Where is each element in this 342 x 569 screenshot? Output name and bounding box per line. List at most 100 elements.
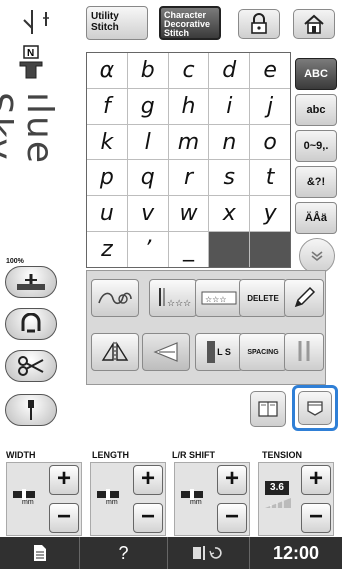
manual-button[interactable] (0, 537, 80, 569)
char-key[interactable]: e (250, 53, 290, 88)
char-key[interactable]: k (87, 124, 127, 160)
delete-button[interactable]: DELETE (239, 279, 287, 317)
reinforcement-icon (21, 313, 41, 333)
char-key[interactable]: m (168, 124, 209, 160)
function-panel: ☆☆☆ ☆☆☆ DELETE L S SPACING (86, 270, 326, 385)
stars-icon: ☆☆☆ (201, 291, 237, 305)
width-setting: mm + − (6, 462, 82, 536)
tab-utility-line1: Utility (91, 11, 119, 22)
width-plus-button[interactable]: + (49, 465, 79, 495)
charset-accented-button[interactable]: ÄÅä (295, 202, 337, 234)
letter-size-label: L S (217, 347, 231, 357)
home-button[interactable] (293, 9, 335, 39)
length-setting: mm + − (90, 462, 166, 536)
shift-setting: mm + − (174, 462, 250, 536)
mm-unit: mm (22, 499, 34, 506)
twin-needle-icon (298, 341, 310, 361)
book-icon (258, 401, 278, 417)
shift-label: L/R SHIFT (172, 450, 215, 460)
char-key[interactable]: r (168, 160, 209, 196)
reinforcement-button[interactable] (5, 308, 57, 340)
document-icon (33, 545, 46, 561)
stitch-combine-button[interactable]: ☆☆☆ (149, 279, 197, 317)
char-key[interactable]: p (87, 160, 127, 196)
length-plus-button[interactable]: + (133, 465, 163, 495)
char-key[interactable]: l (127, 124, 168, 160)
thread-spool-icon (192, 546, 222, 560)
char-key[interactable]: d (209, 53, 250, 88)
stitch-star-icon: ☆☆☆ (159, 288, 191, 309)
scissors-icon (18, 356, 44, 376)
char-key[interactable]: n (209, 124, 250, 160)
tension-minus-button[interactable]: − (301, 503, 331, 533)
needle-down-icon (28, 400, 34, 420)
char-key[interactable]: i (209, 88, 250, 124)
char-key[interactable]: t (250, 160, 290, 196)
stitch-mirror-stars-button[interactable]: ☆☆☆ (195, 279, 243, 317)
char-key[interactable]: _ (168, 232, 209, 267)
needle-pattern-button[interactable] (5, 266, 57, 298)
charset-uppercase-button[interactable]: ABC (295, 58, 337, 90)
charset-symbols-button[interactable]: &?! (295, 166, 337, 198)
char-key[interactable]: x (209, 196, 250, 232)
char-key[interactable]: g (127, 88, 168, 124)
mirror-button[interactable] (91, 333, 139, 371)
zoom-level: 100% (6, 258, 24, 265)
char-key[interactable]: j (250, 88, 290, 124)
pocket-button[interactable] (292, 385, 338, 431)
char-key-empty (250, 232, 290, 267)
charset-lowercase-button[interactable]: abc (295, 94, 337, 126)
elongation-button[interactable] (142, 333, 190, 371)
lock-button[interactable] (238, 9, 280, 39)
char-key[interactable]: h (168, 88, 209, 124)
char-key[interactable]: c (168, 53, 209, 88)
char-key[interactable]: ’ (127, 232, 168, 267)
char-key[interactable]: y (250, 196, 290, 232)
char-key[interactable]: w (168, 196, 209, 232)
status-bar: ? 12:00 (0, 537, 342, 569)
tension-plus-button[interactable]: + (301, 465, 331, 495)
thread-settings-button[interactable] (168, 537, 250, 569)
mm-unit: mm (106, 499, 118, 506)
char-key[interactable]: z (87, 232, 127, 267)
help-button[interactable]: ? (80, 537, 168, 569)
letter-size-button[interactable]: L S (195, 333, 243, 371)
charset-numbers-button[interactable]: 0~9,. (295, 130, 337, 162)
collapse-button[interactable] (299, 238, 335, 274)
home-icon (304, 14, 324, 34)
presser-foot-icon: N (14, 44, 48, 80)
thread-loop-icon (98, 292, 132, 305)
char-key[interactable]: s (209, 160, 250, 196)
shift-plus-button[interactable]: + (217, 465, 247, 495)
twin-needle-button[interactable] (284, 333, 324, 371)
char-key[interactable]: b (127, 53, 168, 88)
memory-button[interactable] (250, 391, 286, 427)
width-minus-button[interactable]: − (49, 503, 79, 533)
spacing-button[interactable]: SPACING (239, 333, 287, 371)
char-key[interactable]: o (250, 124, 290, 160)
tension-label: TENSION (262, 450, 303, 460)
spacing-label: SPACING (247, 348, 279, 356)
shift-minus-button[interactable]: − (217, 503, 247, 533)
needle-position-icon[interactable] (10, 6, 54, 38)
char-key[interactable]: f (87, 88, 127, 124)
thread-cutter-button[interactable] (5, 350, 57, 382)
tension-setting: 3.6 + − (258, 462, 334, 536)
chevron-down-icon (311, 251, 323, 262)
char-key[interactable]: α (87, 53, 127, 88)
pocket-icon (307, 401, 323, 416)
pencil-edit-button[interactable] (284, 279, 324, 317)
mirror-icon (101, 341, 129, 362)
char-key[interactable]: u (87, 196, 127, 232)
thread-tension-button[interactable] (91, 279, 139, 317)
clock-time: 12:00 (272, 542, 320, 563)
needle-down-button[interactable] (5, 394, 57, 426)
tab-character-decorative-stitch[interactable]: Character Decorative Stitch (159, 6, 221, 40)
length-minus-button[interactable]: − (133, 503, 163, 533)
char-key[interactable]: v (127, 196, 168, 232)
tab-utility-stitch[interactable]: Utility Stitch (86, 6, 148, 40)
char-key-empty (209, 232, 250, 267)
char-key[interactable]: q (127, 160, 168, 196)
needle-pattern-icon (17, 274, 45, 290)
letter-size-box: L S (207, 341, 231, 363)
